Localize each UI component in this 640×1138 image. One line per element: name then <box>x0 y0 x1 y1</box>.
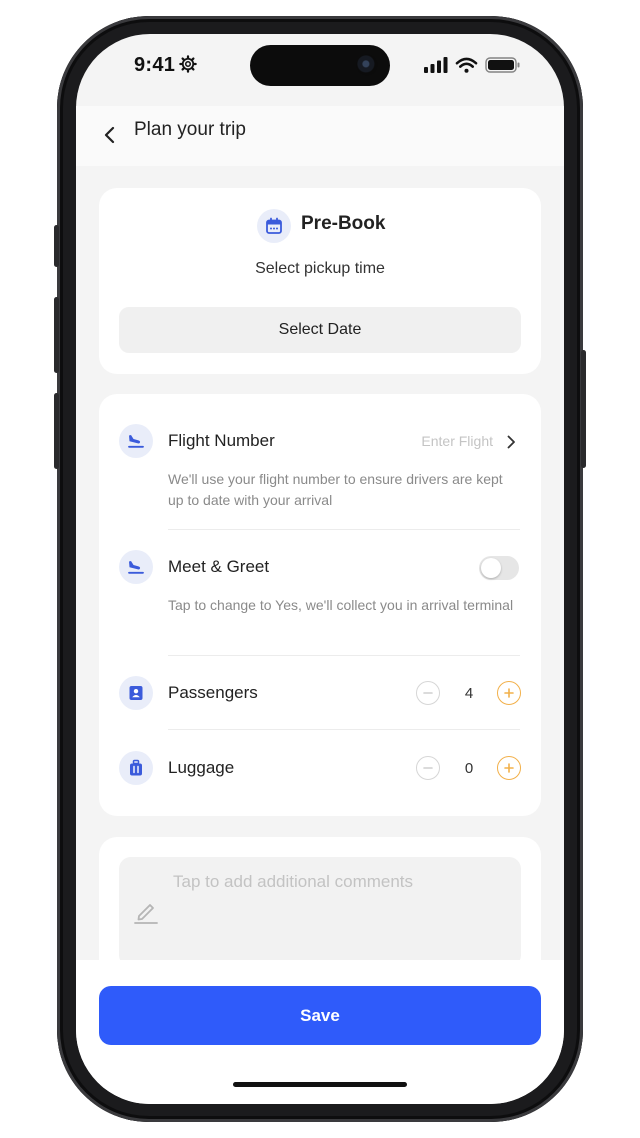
meet-greet-toggle[interactable] <box>479 556 519 580</box>
luggage-decrement-button[interactable] <box>416 756 440 780</box>
wifi-icon <box>455 57 478 73</box>
passengers-increment-button[interactable] <box>497 681 521 705</box>
page-title: Plan your trip <box>134 119 246 140</box>
luggage-icon <box>130 759 142 776</box>
power-button <box>581 350 586 468</box>
passengers-decrement-button[interactable] <box>416 681 440 705</box>
status-icons <box>424 57 520 73</box>
prebook-card: Pre-Book Select pickup time Select Date <box>99 188 541 374</box>
divider <box>168 655 520 656</box>
flight-number-label: Flight Number <box>168 431 275 450</box>
plus-icon <box>504 688 514 698</box>
pickup-time-subtitle: Select pickup time <box>255 260 385 277</box>
select-date-button[interactable]: Select Date <box>119 307 521 353</box>
luggage-label: Luggage <box>168 758 235 777</box>
flight-icon-circle <box>119 424 153 458</box>
chevron-right-icon[interactable] <box>505 434 517 450</box>
trip-details-card: Flight Number Enter Flight We'll use you… <box>99 394 541 816</box>
plus-icon <box>504 763 514 773</box>
action-button <box>54 225 59 267</box>
passengers-icon-circle <box>119 676 153 710</box>
comments-input[interactable]: Tap to add additional comments <box>119 857 521 967</box>
cellular-signal-icon <box>424 57 448 73</box>
calendar-icon-circle <box>257 209 291 243</box>
battery-icon <box>485 57 520 73</box>
minus-icon <box>423 767 433 769</box>
status-time: 9:41 <box>134 54 176 76</box>
calendar-icon <box>266 217 282 234</box>
save-button[interactable]: Save <box>99 986 541 1045</box>
minus-icon <box>423 692 433 694</box>
toggle-knob <box>481 558 501 578</box>
passengers-label: Passengers <box>168 683 258 702</box>
meet-greet-icon-circle <box>119 550 153 584</box>
volume-down-button <box>54 393 59 469</box>
luggage-increment-button[interactable] <box>497 756 521 780</box>
nav-header: Plan your trip <box>76 106 564 166</box>
flight-number-description: We'll use your flight number to ensure d… <box>168 471 503 508</box>
front-camera <box>356 54 378 76</box>
flight-landing-icon <box>128 435 144 448</box>
back-chevron-icon[interactable] <box>100 122 120 148</box>
pencil-icon <box>134 904 158 924</box>
luggage-icon-circle <box>119 751 153 785</box>
comments-placeholder: Tap to add additional comments <box>173 872 414 891</box>
passenger-badge-icon <box>129 686 143 700</box>
meet-greet-description: Tap to change to Yes, we'll collect you … <box>168 597 514 613</box>
flight-landing-icon <box>128 561 144 574</box>
meet-greet-label: Meet & Greet <box>168 557 270 576</box>
passengers-count: 4 <box>464 685 474 702</box>
divider <box>168 529 520 530</box>
screen: 9:41 Plan your trip Pre-Book Select pick… <box>76 34 564 1104</box>
divider <box>168 729 520 730</box>
status-bar: 9:41 <box>76 34 564 106</box>
luggage-count: 0 <box>464 760 474 777</box>
home-indicator <box>233 1082 407 1087</box>
settings-gear-icon <box>179 55 197 73</box>
bottom-bar: Save <box>76 960 564 1104</box>
dynamic-island <box>250 45 390 86</box>
prebook-title: Pre-Book <box>301 213 386 234</box>
volume-up-button <box>54 297 59 373</box>
flight-number-input[interactable]: Enter Flight <box>421 433 493 449</box>
